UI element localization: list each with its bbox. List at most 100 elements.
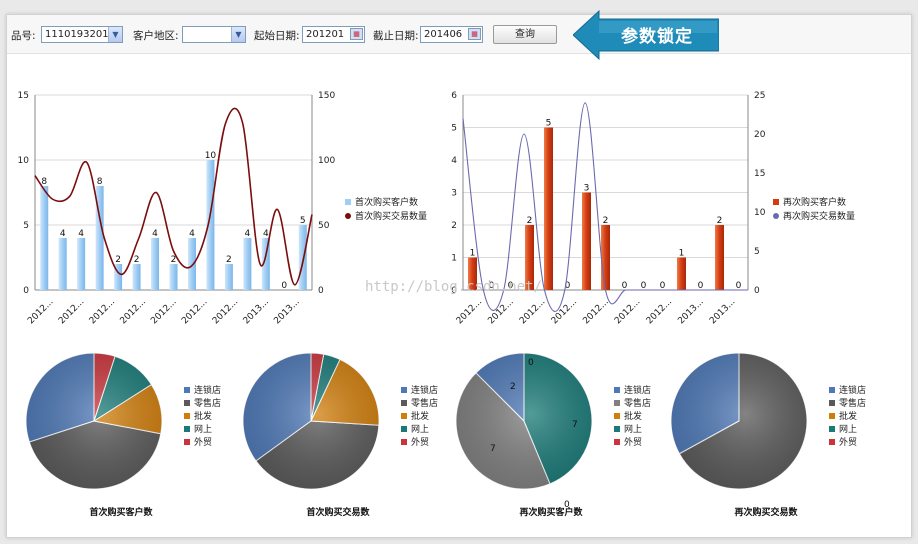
legend-label: 零售店 — [839, 397, 866, 409]
legend-label: 批发 — [411, 410, 429, 422]
x-tick-label: 2012... — [57, 297, 86, 326]
legend-bar-swatch — [345, 199, 351, 205]
pie-title: 再次购买交易数 — [734, 506, 798, 518]
legend-swatch — [829, 439, 835, 445]
bar-data-label: 2 — [603, 216, 609, 226]
y-right-tick-label: 150 — [318, 91, 335, 101]
bar — [77, 238, 86, 290]
x-tick-label: 2012... — [119, 297, 148, 326]
bar-data-label: 4 — [152, 229, 158, 239]
bar — [58, 238, 67, 290]
y-left-tick-label: 0 — [23, 286, 29, 296]
charts-canvas: 05101505010015084 482 24241024 4052012... 20… — [18, 91, 866, 518]
bar — [582, 192, 591, 290]
y-right-tick-label: 100 — [318, 156, 335, 166]
bar-data-label: 5 — [546, 119, 552, 129]
x-tick-label: 2012... — [486, 297, 515, 326]
legend-label: 外贸 — [194, 436, 212, 448]
y-right-tick-label: 25 — [754, 91, 765, 101]
x-tick-label: 2012... — [613, 297, 642, 326]
bar-data-label: 2 — [717, 216, 723, 226]
x-tick-label: 2013... — [708, 297, 737, 326]
legend-bar-label: 再次购买客户数 — [783, 196, 846, 208]
legend-line-label: 首次购买交易数量 — [355, 210, 427, 222]
legend-swatch — [401, 400, 407, 406]
pie-chart: 首次购买客户数 连锁店零售店批发网上外贸 — [25, 352, 221, 518]
x-tick-label: 2012... — [88, 297, 117, 326]
pie-data-label: 7 — [490, 444, 496, 454]
pie-title: 首次购买交易数 — [306, 506, 370, 518]
bar-data-label: 2 — [115, 255, 121, 265]
legend-label: 外贸 — [839, 436, 857, 448]
bar — [544, 127, 553, 290]
legend-label: 批发 — [839, 410, 857, 422]
legend-label: 网上 — [194, 424, 212, 435]
pie-data-label: 0 — [528, 358, 534, 368]
y-right-tick-label: 10 — [754, 208, 766, 218]
legend-swatch — [401, 426, 407, 432]
bar-data-label: 4 — [78, 229, 84, 239]
legend-label: 批发 — [194, 410, 212, 422]
pie-chart: 再次购买交易数 连锁店零售店批发网上外贸 — [670, 352, 866, 518]
legend-swatch — [184, 413, 190, 419]
legend-swatch — [829, 387, 835, 393]
y-left-tick-label: 3 — [451, 189, 457, 199]
bar — [298, 225, 307, 290]
legend-swatch — [184, 426, 190, 432]
legend-swatch — [184, 400, 190, 406]
bar-data-label: 3 — [584, 184, 590, 194]
bar — [132, 264, 141, 290]
legend-label: 批发 — [624, 410, 642, 422]
x-tick-label: 2013... — [272, 297, 301, 326]
bar-data-label: 5 — [300, 216, 306, 226]
bar — [601, 225, 610, 290]
legend-swatch — [401, 413, 407, 419]
legend-swatch — [401, 439, 407, 445]
y-left-tick-label: 2 — [451, 221, 457, 231]
bar-data-label: 4 — [189, 229, 195, 239]
y-right-tick-label: 20 — [754, 130, 766, 140]
bar-data-label: 2 — [527, 216, 533, 226]
legend-label: 连锁店 — [194, 384, 221, 396]
legend-swatch — [614, 400, 620, 406]
legend-label: 零售店 — [411, 397, 438, 409]
legend-line-marker — [773, 213, 779, 219]
bar — [715, 225, 724, 290]
x-tick-label: 2012... — [581, 297, 610, 326]
legend-label: 连锁店 — [624, 384, 651, 396]
y-right-tick-label: 50 — [318, 221, 330, 231]
x-tick-label: 2012... — [180, 297, 209, 326]
y-right-tick-label: 5 — [754, 247, 760, 257]
lock-text: 参数锁定 — [621, 26, 693, 47]
legend-line-marker — [345, 213, 351, 219]
x-tick-label: 2012... — [518, 297, 547, 326]
pie-chart: 首次购买交易数 连锁店零售店批发网上外贸 — [242, 352, 438, 518]
y-left-tick-label: 15 — [18, 91, 29, 101]
legend-label: 外贸 — [411, 436, 429, 448]
x-tick-label: 2012... — [645, 297, 674, 326]
bar — [224, 264, 233, 290]
bar — [187, 238, 196, 290]
bar-data-label: 10 — [205, 151, 217, 161]
legend-label: 零售店 — [624, 397, 651, 409]
legend-swatch — [614, 387, 620, 393]
pie-shading — [243, 353, 379, 489]
y-right-tick-label: 15 — [754, 169, 765, 179]
x-tick-label: 2013... — [242, 297, 271, 326]
bar-data-label: 1 — [679, 249, 685, 259]
pie-chart: 27070再次购买客户数连锁店零售店批发网上外贸 — [455, 352, 651, 518]
legend-label: 网上 — [624, 424, 642, 435]
legend-swatch — [829, 400, 835, 406]
y-right-tick-label: 0 — [318, 286, 324, 296]
param-lock-callout[interactable]: 参数锁定 — [572, 9, 720, 64]
watermark: http://blog.csdn.net/ — [365, 279, 542, 295]
bar — [677, 257, 686, 290]
x-tick-label: 2012... — [26, 297, 55, 326]
legend-label: 网上 — [411, 424, 429, 435]
pie-title: 再次购买客户数 — [519, 506, 583, 518]
legend-swatch — [614, 413, 620, 419]
bar-data-label: 4 — [244, 229, 250, 239]
legend-swatch — [614, 426, 620, 432]
bar — [40, 186, 49, 290]
legend-swatch — [829, 426, 835, 432]
